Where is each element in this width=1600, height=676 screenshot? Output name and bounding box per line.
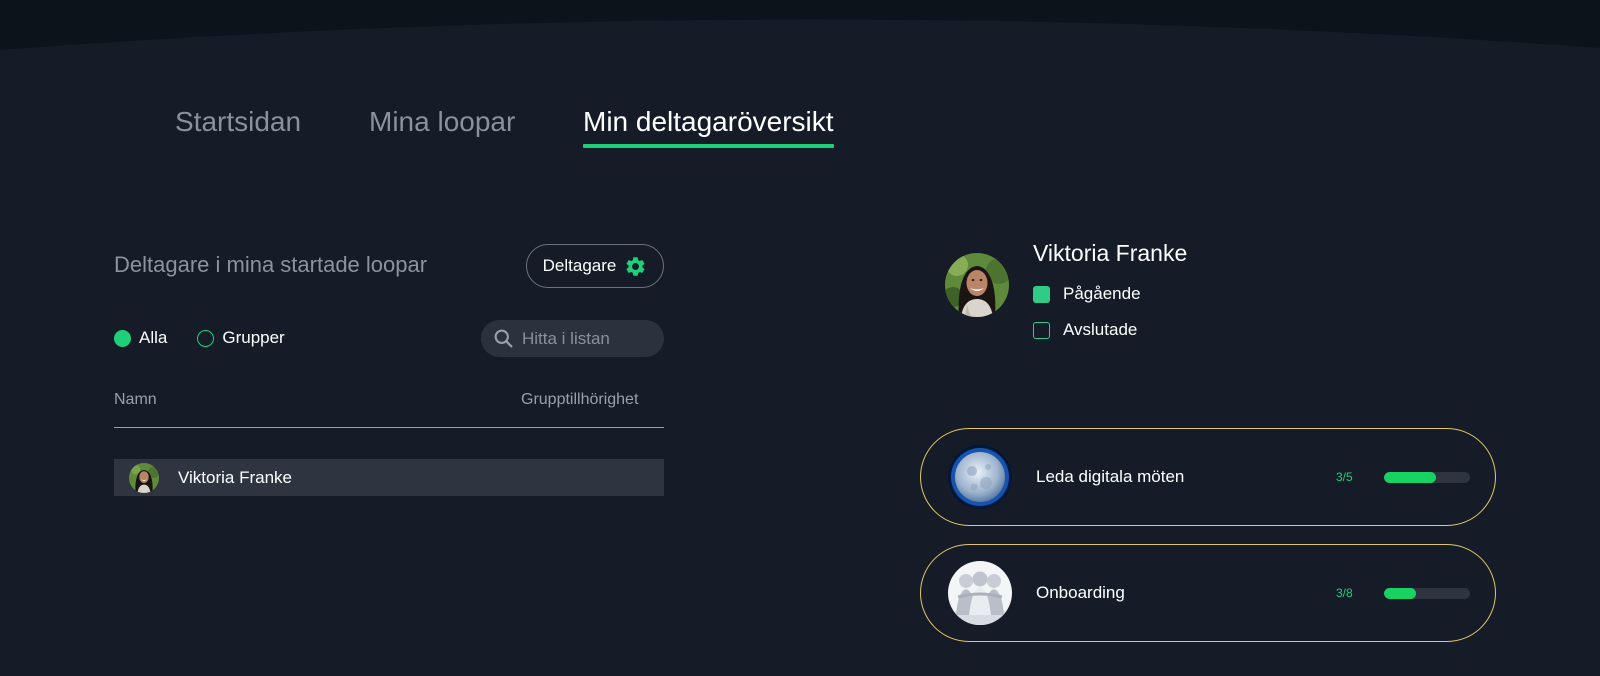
column-header-name[interactable]: Namn	[114, 391, 157, 409]
table-header-divider	[114, 427, 664, 428]
view-filter: Alla Grupper	[114, 328, 315, 348]
loop-progress-fill	[1384, 588, 1417, 599]
radio-label: Alla	[139, 328, 168, 347]
search-box	[481, 320, 664, 357]
tab-mina-loopar[interactable]: Mina loopar	[369, 104, 515, 140]
table-row[interactable]: Viktoria Franke	[114, 459, 664, 496]
tab-label: Startsidan	[175, 106, 302, 137]
status-filter-completed-checkbox[interactable]: Avslutade	[1033, 320, 1137, 340]
participants-settings-button[interactable]: Deltagare	[526, 244, 664, 288]
checkbox-label: Avslutade	[1063, 320, 1138, 339]
tab-label: Mina loopar	[369, 106, 516, 137]
radio-label: Grupper	[222, 328, 285, 347]
checkbox-checked	[1033, 285, 1050, 303]
radio-selected-indicator	[114, 329, 131, 347]
checkbox-label: Pågående	[1063, 284, 1141, 303]
filter-all-radio[interactable]: Alla	[114, 328, 167, 348]
filter-groups-radio[interactable]: Grupper	[197, 328, 285, 348]
search-input[interactable]	[522, 328, 652, 349]
tab-startsidan[interactable]: Startsidan	[175, 104, 301, 140]
active-tab-indicator	[583, 144, 834, 148]
loop-card[interactable]: Leda digitala möten 3/5	[920, 428, 1496, 526]
loop-progress-fill	[1384, 472, 1436, 483]
search-icon	[494, 329, 513, 348]
loop-title: Onboarding	[1036, 583, 1125, 602]
checkbox-unchecked	[1033, 321, 1050, 339]
loop-card[interactable]: Onboarding 3/8	[920, 544, 1496, 642]
loop-title: Leda digitala möten	[1036, 467, 1185, 486]
status-filter-ongoing-checkbox[interactable]: Pågående	[1033, 284, 1141, 304]
participant-name: Viktoria Franke	[178, 467, 293, 487]
tab-label: Min deltagaröversikt	[583, 106, 834, 137]
profile-name: Viktoria Franke	[1033, 240, 1188, 266]
group-figures-image	[948, 561, 1012, 625]
app-page: Startsidan Mina loopar Min deltagarövers…	[0, 0, 1600, 676]
profile-avatar	[945, 253, 1009, 317]
tab-min-deltagaroversikt[interactable]: Min deltagaröversikt	[583, 104, 834, 148]
loop-progress-bar	[1384, 472, 1470, 483]
avatar	[129, 462, 159, 493]
button-label: Deltagare	[542, 256, 617, 275]
loop-progress-count: 3/8	[1336, 586, 1353, 600]
column-header-group[interactable]: Grupptillhörighet	[521, 391, 638, 409]
gear-icon	[626, 256, 645, 276]
header-arc	[0, 0, 1600, 60]
moon-image	[948, 445, 1012, 509]
loop-progress-bar	[1384, 588, 1470, 599]
loop-progress-count: 3/5	[1336, 470, 1353, 484]
participants-heading: Deltagare i mina startade loopar	[114, 252, 428, 277]
radio-unselected-indicator	[197, 329, 215, 347]
